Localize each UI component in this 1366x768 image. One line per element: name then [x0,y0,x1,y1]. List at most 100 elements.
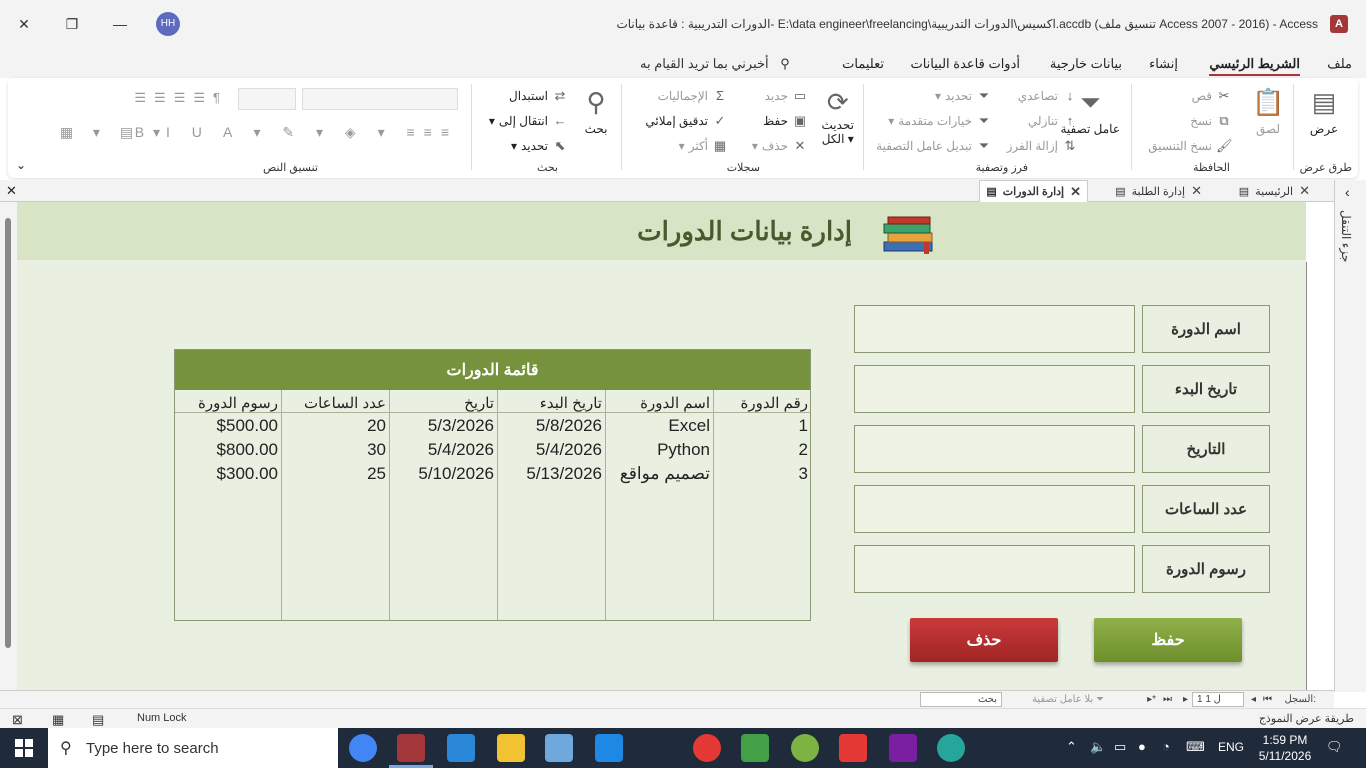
first-record-icon[interactable]: ⏮ [1263,694,1272,705]
list-cell: 5/4/2026 [535,440,602,459]
format-painter-button[interactable]: نسخ التنسيق 🖌 [1148,138,1232,154]
remove-sort-button[interactable]: إزالة الفرز ⇅ [1007,138,1078,154]
tab-create[interactable]: إنشاء [1149,56,1178,72]
selection-filter-button[interactable]: ▾ تحديد ⏷ [935,88,992,104]
more-button[interactable]: ▾ أكثر ▦ [679,138,728,154]
record-search-input[interactable]: بحث [920,692,1002,707]
volume-icon[interactable]: 🔈 [1090,739,1106,755]
view-button[interactable]: ▤ عرض [1308,86,1340,136]
expand-nav-icon[interactable]: ‹ [1345,184,1350,200]
network-icon[interactable]: ◔ [1162,739,1170,754]
tab-external-data[interactable]: بيانات خارجية [1050,56,1122,72]
books-icon [883,216,933,254]
spelling-button[interactable]: تدقيق إملائي ✓ [645,113,728,129]
scrollbar-thumb[interactable] [5,218,11,648]
paint-app-icon[interactable] [791,734,819,762]
course-name-input[interactable] [854,305,1135,353]
font-size-dropdown[interactable] [238,88,296,110]
select-button[interactable]: ▾ تحديد ⬉ [511,138,568,154]
collapse-ribbon-icon[interactable]: ⌄ [16,158,26,172]
column-header: رسوم الدورة [198,395,278,412]
layout-view-icon[interactable]: ▦ [52,712,64,728]
excel-app-icon[interactable] [741,734,769,762]
photos-app-icon[interactable] [447,734,475,762]
action-center-icon[interactable]: 🗨 [1326,739,1343,755]
doc-tab-courses[interactable]: ▤ إدارة الدورات ✕ [979,180,1088,202]
vertical-scrollbar[interactable] [0,202,17,690]
totals-button[interactable]: الإجماليات Σ [658,88,728,104]
keyboard-icon[interactable]: ⌨ [1186,739,1205,755]
language-indicator[interactable]: ENG [1218,740,1244,754]
search-placeholder: Type here to search [86,739,219,757]
close-all-icon[interactable]: ✕ [6,183,17,199]
form-view-icon[interactable]: ▤ [92,712,104,728]
close-tab-icon[interactable]: ✕ [1299,183,1310,199]
list-cell: 3 [798,464,808,483]
restore-window-button[interactable]: ❐ [58,10,86,38]
doc-tab-home[interactable]: ▤ الرئيسية ✕ [1233,180,1316,202]
tab-file[interactable]: ملف [1327,56,1352,72]
navigation-pane[interactable]: ‹ جزء التنقل [1334,180,1366,692]
office-app-icon[interactable] [839,734,867,762]
goto-button[interactable]: ▾ انتقال إلى ← [489,113,568,129]
copy-button[interactable]: نسخ ⧉ [1190,113,1232,129]
mongodb-app-icon[interactable] [937,734,965,762]
paste-button[interactable]: 📋 لصق [1252,86,1284,136]
next-record-icon[interactable]: ▸ [1183,694,1188,705]
refresh-all-label: الكل [821,132,845,146]
visual-studio-icon[interactable] [889,734,917,762]
prev-record-icon[interactable]: ◂ [1251,694,1256,705]
cut-button[interactable]: قص ✂ [1192,88,1232,104]
save-button[interactable]: حفظ [1094,618,1242,662]
close-window-button[interactable]: ✕ [10,10,38,38]
descending-button[interactable]: تنازلي ↑ [1028,113,1078,129]
totals-label: الإجماليات [657,89,708,103]
close-tab-icon[interactable]: ✕ [1070,184,1081,200]
control-panel-icon[interactable] [545,734,573,762]
tab-help[interactable]: تعليمات [842,56,884,72]
file-explorer-icon[interactable] [497,734,525,762]
doc-tab-students[interactable]: ▤ إدارة الطلبة ✕ [1109,180,1208,202]
replace-button[interactable]: استبدال ⇄ [509,88,568,104]
taskbar-search-input[interactable]: ⚲ Type here to search [48,728,338,768]
font-name-dropdown[interactable] [302,88,458,110]
notifications-app-icon[interactable]: ● [1138,739,1146,754]
date-input[interactable] [854,425,1135,473]
last-record-icon[interactable]: ⏭ [1163,694,1172,705]
courses-list[interactable]: قائمة الدورات رقم الدورة اسم الدورة تاري… [174,349,811,621]
design-view-icon[interactable]: ⊠ [12,712,23,728]
clock[interactable]: 1:59 PM 5/11/2026 [1255,732,1315,764]
tab-database-tools[interactable]: أدوات قاعدة البيانات [910,56,1020,72]
browser-app-icon[interactable] [693,734,721,762]
access-app-icon[interactable] [397,734,425,762]
new-record-button[interactable]: جديد ▭ [765,88,808,104]
advanced-filter-button[interactable]: ▾ خيارات متقدمة ⏷ [888,113,992,129]
minimize-window-button[interactable]: — [106,10,134,38]
ribbon-separator [1293,84,1294,170]
tray-chevron-icon[interactable]: ⌃ [1066,739,1077,755]
ascending-button[interactable]: تصاعدي ↓ [1018,88,1078,104]
delete-button[interactable]: حذف [910,618,1058,662]
form-title: إدارة بيانات الدورات [637,216,852,246]
save-record-button[interactable]: حفظ ▣ [763,113,808,129]
no-filter-indicator[interactable]: بلا عامل تصفية ⏷ [1032,694,1104,705]
find-button[interactable]: ⚲ بحث [580,86,612,136]
user-avatar[interactable]: HH [156,12,180,36]
new-record-nav-icon[interactable]: ▸* [1147,694,1156,705]
tab-home[interactable]: الشريط الرئيسي [1209,56,1300,76]
battery-icon[interactable]: ▭ [1114,739,1126,755]
hours-input[interactable] [854,485,1135,533]
tell-me-box[interactable]: أخبرني بما تريد القيام به ⚲ [640,56,790,72]
start-date-input[interactable] [854,365,1135,413]
start-button[interactable] [0,728,48,768]
chrome-app-icon[interactable] [349,734,377,762]
refresh-all-button[interactable]: ⟳ تحديث الكل ▾ [821,86,854,146]
delete-record-button[interactable]: ▾ حذف ✕ [752,138,808,154]
column-header: تاريخ [464,395,494,412]
fee-input[interactable] [854,545,1135,593]
close-tab-icon[interactable]: ✕ [1191,183,1202,199]
toggle-filter-button[interactable]: تبديل عامل التصفية ⏷ [876,138,992,154]
record-number-input[interactable]: 1 ل 1 [1192,692,1244,707]
refresh-all-row: الكل ▾ [821,132,854,146]
vscode-app-icon[interactable] [595,734,623,762]
